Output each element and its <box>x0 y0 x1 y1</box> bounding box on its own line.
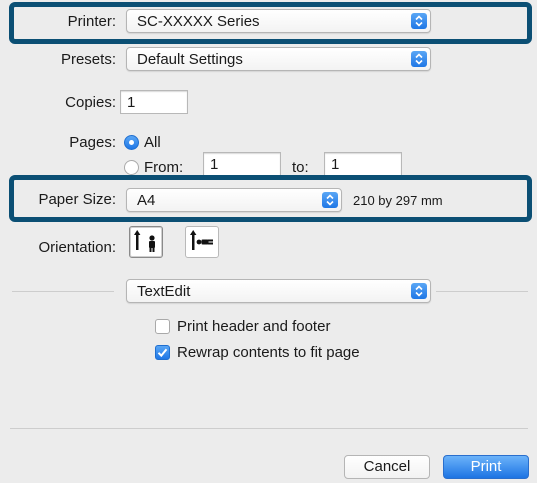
paper-size-highlight-box <box>9 175 532 222</box>
separator-left <box>12 291 114 292</box>
pages-from-value: 1 <box>210 156 219 173</box>
section-popup[interactable]: TextEdit <box>126 279 431 303</box>
printer-highlight-box <box>9 2 532 44</box>
landscape-icon <box>190 230 213 250</box>
separator-bottom <box>10 428 528 429</box>
copies-label: Copies: <box>65 94 116 111</box>
separator-right <box>436 291 528 292</box>
rewrap-contents-checkbox[interactable] <box>155 345 170 360</box>
pages-to-label: to: <box>292 159 309 176</box>
presets-popup[interactable]: Default Settings <box>126 47 431 71</box>
pages-from-radio[interactable] <box>124 160 139 175</box>
pages-all-radio[interactable] <box>124 135 139 150</box>
cancel-button[interactable]: Cancel <box>344 455 430 479</box>
checkmark-icon <box>157 348 168 358</box>
orientation-label: Orientation: <box>38 239 116 256</box>
rewrap-contents-label: Rewrap contents to fit page <box>177 344 360 361</box>
portrait-icon <box>134 230 155 252</box>
section-popup-value: TextEdit <box>137 283 191 300</box>
pages-all-label: All <box>144 134 161 151</box>
print-header-footer-checkbox[interactable] <box>155 319 170 334</box>
copies-field[interactable]: 1 <box>120 90 188 114</box>
popup-arrows-icon <box>411 51 427 67</box>
print-button[interactable]: Print <box>443 455 529 479</box>
print-header-footer-label: Print header and footer <box>177 318 331 335</box>
pages-from-field[interactable]: 1 <box>203 152 281 176</box>
presets-label: Presets: <box>60 51 116 68</box>
pages-to-field[interactable]: 1 <box>324 152 402 176</box>
orientation-landscape-button[interactable] <box>185 226 219 258</box>
popup-arrows-icon <box>411 283 427 299</box>
pages-label: Pages: <box>69 134 116 151</box>
pages-to-value: 1 <box>331 156 340 173</box>
orientation-portrait-button[interactable] <box>129 226 163 258</box>
presets-popup-value: Default Settings <box>137 51 243 68</box>
copies-value: 1 <box>127 94 136 111</box>
pages-from-label: From: <box>144 159 184 176</box>
